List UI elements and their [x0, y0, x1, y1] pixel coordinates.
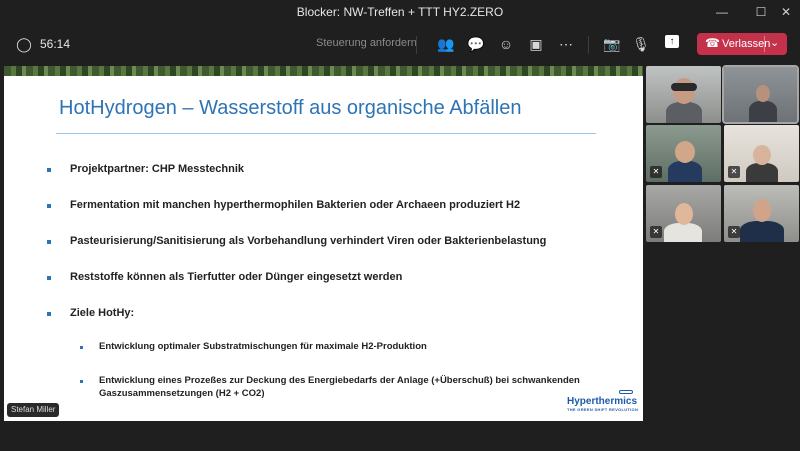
mic-off-icon[interactable]: 🎙: [631, 34, 651, 54]
bullet-marker: [80, 380, 83, 383]
people-icon[interactable]: 👥: [436, 34, 456, 54]
muted-mic-icon: ✕: [728, 226, 740, 238]
slide-sub-bullet: Entwicklung optimaler Substratmischungen…: [80, 341, 427, 352]
maximize-button[interactable]: ☐: [751, 2, 771, 22]
participant-tile[interactable]: ✕: [646, 185, 721, 242]
slide-bullet: Pasteurisierung/Sanitisierung als Vorbeh…: [47, 235, 547, 247]
share-screen-button[interactable]: ↑: [665, 35, 679, 48]
participant-face: [753, 199, 771, 222]
shield-icon[interactable]: ◯: [14, 34, 34, 54]
participant-tile[interactable]: ✕: [724, 185, 799, 242]
reactions-icon[interactable]: ☺: [496, 34, 516, 54]
camera-off-icon[interactable]: 📷: [602, 34, 622, 54]
participant-tile-active-speaker[interactable]: [722, 65, 799, 124]
participant-face: [756, 85, 770, 102]
meeting-timer: 56:14: [40, 37, 71, 51]
bullet-text: Ziele HotHy:: [70, 307, 135, 319]
presenter-name-tag: Stefan Miller: [7, 403, 60, 417]
participant-body: [749, 101, 777, 122]
slide-header-banner: [4, 66, 643, 76]
minimize-button[interactable]: —: [712, 2, 732, 22]
meeting-toolbar: ◯ 56:14 Steuerung anfordern 👥 💬 ☺ ▣ ⋯ 📷 …: [0, 24, 800, 64]
participant-body: [664, 223, 702, 242]
bullet-text: Fermentation mit manchen hyperthermophil…: [70, 199, 521, 211]
headset-icon: [671, 83, 697, 91]
bullet-text: Reststoffe können als Tierfutter oder Dü…: [70, 271, 403, 283]
bullet-marker: [47, 276, 51, 280]
participant-body: [746, 163, 778, 182]
participant-body: [668, 161, 702, 182]
more-options-icon[interactable]: ⋯: [556, 34, 576, 54]
breakout-rooms-icon[interactable]: ▣: [526, 34, 546, 54]
bullet-text: Pasteurisierung/Sanitisierung als Vorbeh…: [70, 235, 547, 247]
window-titlebar: Blocker: NW-Treffen + TTT HY2.ZERO — ☐ ✕: [0, 0, 800, 24]
toolbar-divider: [588, 36, 589, 54]
leave-button[interactable]: ☎ Verlassen ⌄: [697, 33, 787, 55]
bullet-marker: [80, 346, 83, 349]
bullet-marker: [47, 168, 51, 172]
muted-mic-icon: ✕: [650, 166, 662, 178]
logo-tagline: THE GREEN SHIFT REVOLUTION: [567, 407, 639, 412]
bullet-marker: [47, 312, 51, 316]
participant-face: [753, 145, 771, 165]
participant-body: [666, 102, 702, 123]
logo-mark-icon: [619, 390, 633, 394]
slide-bullet: Ziele HotHy:: [47, 307, 135, 319]
toolbar-divider: [416, 36, 417, 54]
muted-mic-icon: ✕: [728, 166, 740, 178]
participant-tile[interactable]: ✕: [646, 125, 721, 182]
bullet-text: Entwicklung optimaler Substratmischungen…: [99, 341, 427, 352]
chevron-down-icon[interactable]: ⌄: [770, 36, 779, 49]
participant-face: [675, 141, 695, 163]
participant-tile[interactable]: [646, 66, 721, 123]
shared-screen: HotHydrogen – Wasserstoff aus organische…: [4, 66, 643, 421]
chat-icon[interactable]: 💬: [466, 34, 486, 54]
leave-separator: [764, 36, 765, 52]
phone-icon: ☎: [705, 36, 720, 50]
request-control-button[interactable]: Steuerung anfordern: [316, 37, 417, 49]
participant-tile[interactable]: ✕: [724, 125, 799, 182]
slide-bullet: Projektpartner: CHP Messtechnik: [47, 163, 245, 175]
bullet-marker: [47, 240, 51, 244]
slide-bullet: Fermentation mit manchen hyperthermophil…: [47, 199, 521, 211]
slide-sub-bullet: Entwicklung eines Prozeßes zur Deckung d…: [80, 375, 580, 386]
bullet-marker: [47, 204, 51, 208]
hyperthermics-logo: Hyperthermics THE GREEN SHIFT REVOLUTION: [567, 390, 639, 412]
window-title: Blocker: NW-Treffen + TTT HY2.ZERO: [296, 5, 504, 19]
participant-face: [675, 203, 693, 225]
slide-sub-bullet-continuation: Gaszusammensetzungen (H2 + CO2): [99, 388, 265, 399]
slide-title: HotHydrogen – Wasserstoff aus organische…: [59, 97, 522, 119]
participant-face: [673, 78, 695, 104]
muted-mic-icon: ✕: [650, 226, 662, 238]
logo-text: Hyperthermics: [567, 396, 638, 407]
slide-bullet: Reststoffe können als Tierfutter oder Dü…: [47, 271, 403, 283]
bullet-text: Projektpartner: CHP Messtechnik: [70, 163, 245, 175]
bullet-text: Entwicklung eines Prozeßes zur Deckung d…: [99, 375, 580, 386]
title-divider: [56, 133, 596, 134]
close-window-button[interactable]: ✕: [776, 2, 796, 22]
participant-body: [740, 221, 784, 242]
